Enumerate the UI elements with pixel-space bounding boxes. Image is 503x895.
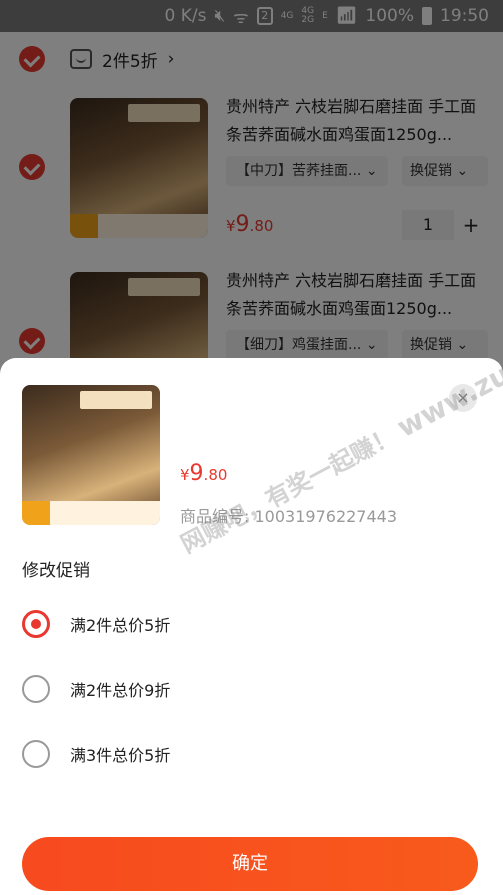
- sku-number: 商品编号: 10031976227443: [180, 507, 398, 526]
- promo-option[interactable]: 满2件总价5折: [22, 607, 482, 641]
- promo-option-label: 满3件总价5折: [70, 746, 171, 765]
- promo-option-label: 满2件总价9折: [70, 681, 171, 700]
- promo-option[interactable]: 满3件总价5折: [22, 737, 482, 771]
- sheet-price: ¥9.80: [180, 461, 228, 486]
- product-image: [22, 385, 160, 525]
- radio-icon[interactable]: [22, 675, 50, 703]
- radio-icon[interactable]: [22, 740, 50, 768]
- confirm-button[interactable]: 确定: [22, 837, 478, 891]
- radio-selected-icon[interactable]: [22, 610, 50, 638]
- promo-option[interactable]: 满2件总价9折: [22, 672, 482, 706]
- promotion-sheet: × ¥9.80 商品编号: 10031976227443 修改促销 满2件总价5…: [0, 358, 503, 895]
- section-title: 修改促销: [22, 561, 90, 581]
- close-button[interactable]: ×: [449, 384, 477, 412]
- promo-option-label: 满2件总价5折: [70, 616, 171, 635]
